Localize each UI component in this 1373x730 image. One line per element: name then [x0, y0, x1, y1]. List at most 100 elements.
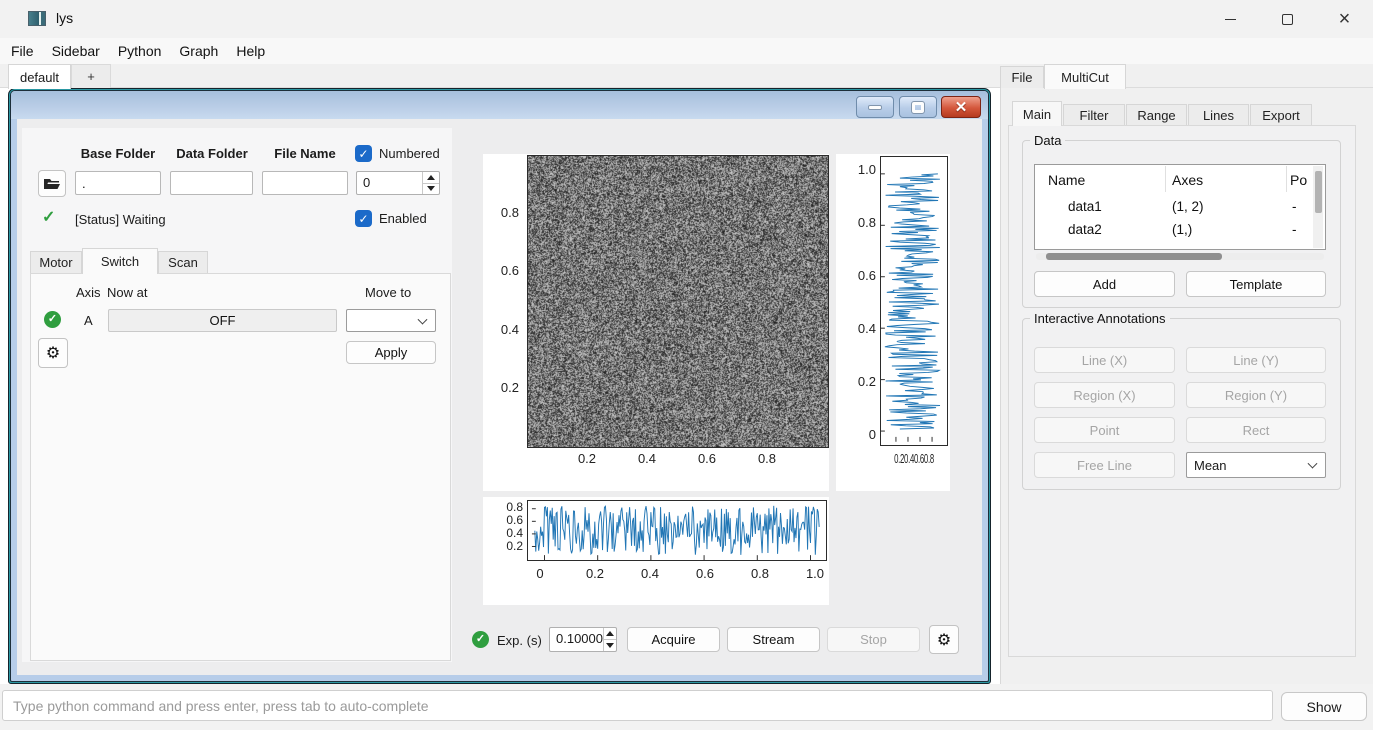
workspace-tab-add[interactable]: +: [71, 64, 111, 88]
app-icon: [28, 11, 46, 26]
chevron-down-icon: [418, 314, 428, 324]
sidebar-tab-file[interactable]: File: [1000, 66, 1044, 88]
side-xticks-overlapped: 0.20.40.60.8: [888, 451, 941, 466]
region-x-button[interactable]: Region (X): [1034, 382, 1175, 408]
moveto-column-label: Move to: [365, 285, 411, 300]
subtab-filter[interactable]: Filter: [1063, 104, 1125, 126]
table-row-cell[interactable]: -: [1292, 222, 1297, 237]
bottom-ytick: 0.2: [495, 539, 523, 553]
workspace-tab-default[interactable]: default: [8, 64, 71, 89]
enabled-checkbox[interactable]: ✓: [355, 210, 372, 227]
bottom-xtick: 0.6: [685, 566, 725, 581]
up-arrow-icon: [427, 175, 435, 180]
table-row-cell[interactable]: -: [1292, 199, 1297, 214]
menu-graph[interactable]: Graph: [170, 39, 227, 63]
table-row-cell[interactable]: (1, 2): [1172, 199, 1204, 214]
add-button[interactable]: Add: [1034, 271, 1175, 297]
image-xtick: 0.4: [627, 451, 667, 466]
menu-python[interactable]: Python: [109, 39, 171, 63]
inner-minimize-button[interactable]: [856, 96, 894, 118]
window-close-button[interactable]: ×: [1316, 0, 1373, 38]
table-row-cell[interactable]: data1: [1068, 199, 1102, 214]
check-icon: ✓: [358, 148, 368, 160]
spin-up-button[interactable]: [604, 628, 616, 640]
switch-settings-button[interactable]: ⚙: [38, 338, 68, 368]
bottom-xtick: 0.2: [575, 566, 615, 581]
side-ytick: 1.0: [846, 162, 876, 177]
camera-settings-button[interactable]: ⚙: [929, 625, 959, 654]
subtab-export[interactable]: Export: [1250, 104, 1312, 126]
mean-combobox[interactable]: Mean: [1186, 452, 1326, 478]
up-arrow-icon: [606, 631, 614, 636]
side-ytick: 0.4: [846, 321, 876, 336]
show-button[interactable]: Show: [1281, 692, 1367, 721]
acquisition-window-titlebar[interactable]: [11, 91, 988, 119]
apply-button[interactable]: Apply: [346, 341, 436, 364]
bottom-xtick: 0.8: [740, 566, 780, 581]
subtab-range[interactable]: Range: [1126, 104, 1187, 126]
window-minimize-button[interactable]: [1202, 0, 1259, 38]
line-y-button[interactable]: Line (Y): [1186, 347, 1326, 373]
table-vertical-scrollbar[interactable]: [1313, 166, 1323, 248]
bottom-ytick: 0.4: [495, 526, 523, 540]
tab-scan[interactable]: Scan: [158, 251, 208, 273]
menu-sidebar[interactable]: Sidebar: [43, 39, 109, 63]
spin-down-button[interactable]: [604, 640, 616, 651]
subtab-lines[interactable]: Lines: [1188, 104, 1249, 126]
file-name-input[interactable]: [262, 171, 348, 195]
template-button[interactable]: Template: [1186, 271, 1326, 297]
table-horizontal-scrollbar[interactable]: [1036, 253, 1324, 260]
bottom-xtick: 0: [520, 566, 560, 581]
stop-button[interactable]: Stop: [827, 627, 920, 652]
axis-now-value[interactable]: OFF: [108, 309, 337, 332]
menu-file[interactable]: File: [2, 39, 43, 63]
move-to-combobox[interactable]: [346, 309, 436, 332]
down-arrow-icon: [606, 643, 614, 648]
browse-folder-button[interactable]: [38, 170, 66, 197]
table-row-cell[interactable]: data2: [1068, 222, 1102, 237]
image-plot-canvas[interactable]: [527, 155, 829, 448]
close-icon: ✕: [955, 100, 968, 115]
region-y-button[interactable]: Region (Y): [1186, 382, 1326, 408]
spin-down-button[interactable]: [423, 184, 439, 195]
table-row-cell[interactable]: (1,): [1172, 222, 1192, 237]
free-line-button[interactable]: Free Line: [1034, 452, 1175, 478]
annotations-group-title: Interactive Annotations: [1030, 311, 1170, 326]
inner-maximize-button[interactable]: [899, 96, 937, 118]
acquisition-window: ✕ Base Folder Data Folder File Name ✓ Nu…: [8, 88, 991, 684]
file-number-spinbox[interactable]: 0: [356, 171, 440, 195]
stream-button[interactable]: Stream: [727, 627, 820, 652]
spin-arrows: [422, 172, 439, 194]
app-title: lys: [56, 10, 73, 26]
file-number-value: 0: [357, 172, 422, 194]
line-x-button[interactable]: Line (X): [1034, 347, 1175, 373]
spin-arrows: [603, 628, 616, 651]
bottom-plot-canvas[interactable]: [527, 500, 827, 561]
subtab-main[interactable]: Main: [1012, 101, 1062, 126]
image-ytick: 0.8: [488, 205, 519, 220]
inner-close-button[interactable]: ✕: [941, 96, 981, 118]
check-icon: ✓: [358, 213, 368, 225]
spin-up-button[interactable]: [423, 172, 439, 184]
column-name: Name: [1048, 172, 1085, 188]
exposure-spinbox[interactable]: 0.10000: [549, 627, 617, 652]
base-folder-input[interactable]: [75, 171, 161, 195]
menu-help[interactable]: Help: [227, 39, 274, 63]
acquire-button[interactable]: Acquire: [627, 627, 720, 652]
window-maximize-button[interactable]: [1259, 0, 1316, 38]
tab-motor[interactable]: Motor: [30, 251, 82, 273]
scrollbar-handle[interactable]: [1315, 171, 1322, 213]
tab-switch[interactable]: Switch: [82, 248, 158, 274]
exposure-status-icon: ✓: [472, 631, 489, 648]
sidebar-tab-multicut[interactable]: MultiCut: [1044, 64, 1126, 89]
scrollbar-handle[interactable]: [1046, 253, 1222, 260]
numbered-checkbox[interactable]: ✓: [355, 145, 372, 162]
side-plot-canvas[interactable]: [880, 156, 948, 446]
bottom-ytick: 0.8: [495, 500, 523, 514]
maximize-icon: [1282, 14, 1293, 25]
side-ytick: 0.2: [846, 374, 876, 389]
rect-button[interactable]: Rect: [1186, 417, 1326, 443]
data-folder-input[interactable]: [170, 171, 253, 195]
point-button[interactable]: Point: [1034, 417, 1175, 443]
python-command-input[interactable]: [2, 690, 1273, 721]
